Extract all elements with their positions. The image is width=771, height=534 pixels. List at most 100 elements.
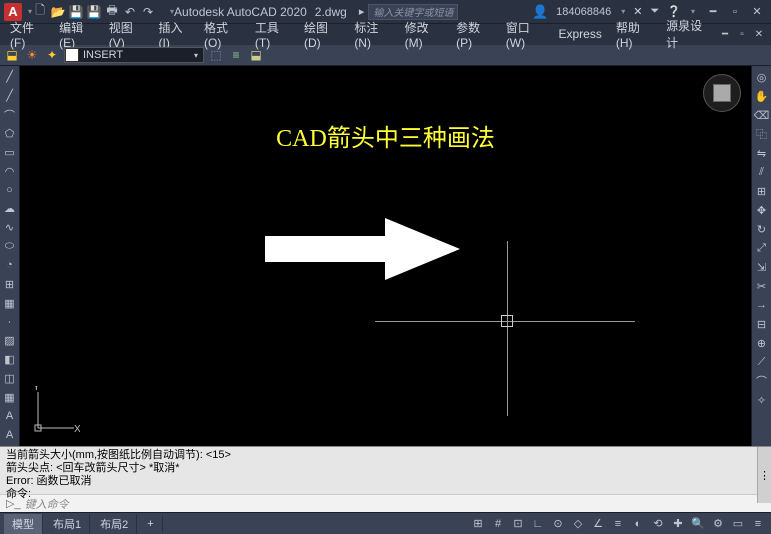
erase-icon[interactable]: ⌫ bbox=[753, 106, 771, 124]
rotate-icon[interactable]: ↻ bbox=[753, 220, 771, 238]
nav-wheel-icon[interactable]: ◎ bbox=[753, 68, 771, 86]
ellipse-icon[interactable]: ⬭ bbox=[1, 238, 19, 256]
insert-icon[interactable]: ⊞ bbox=[1, 275, 19, 293]
menu-dimension[interactable]: 标注(N) bbox=[348, 17, 396, 52]
gradient-icon[interactable]: ◧ bbox=[1, 351, 19, 369]
move-icon[interactable]: ✥ bbox=[753, 201, 771, 219]
menu-window[interactable]: 窗口(W) bbox=[500, 17, 551, 52]
table-icon[interactable]: ▦ bbox=[1, 388, 19, 406]
tab-model[interactable]: 模型 bbox=[4, 514, 43, 534]
ortho-icon[interactable]: ∟ bbox=[529, 515, 547, 533]
menu-parametric[interactable]: 参数(P) bbox=[450, 17, 498, 52]
polyline-icon[interactable]: ⌒ bbox=[1, 106, 19, 124]
region-icon[interactable]: ◫ bbox=[1, 370, 19, 388]
tab-layout2[interactable]: 布局2 bbox=[92, 514, 137, 534]
close-icon[interactable]: ✕ bbox=[747, 4, 767, 20]
fillet-icon[interactable]: ⌒ bbox=[753, 372, 771, 390]
explode-icon[interactable]: ✧ bbox=[753, 391, 771, 409]
modify-toolbar: ◎ ✋ ⌫ ⿻ ⇋ ⫽ ⊞ ✥ ↻ ⤢ ⇲ ✂ → ⊟ ⊕ ⟋ ⌒ ✧ bbox=[751, 66, 771, 446]
scale-icon[interactable]: ⤢ bbox=[753, 239, 771, 257]
annoscale-icon[interactable]: 🔍 bbox=[689, 515, 707, 533]
lweight-icon[interactable]: ≡ bbox=[609, 515, 627, 533]
svg-text:X: X bbox=[74, 424, 80, 435]
layers-icon[interactable]: ⬚ bbox=[208, 47, 224, 63]
hatch-icon[interactable]: ▨ bbox=[1, 332, 19, 350]
offset-icon[interactable]: ⫽ bbox=[753, 163, 771, 181]
line-icon[interactable]: ╱ bbox=[1, 68, 19, 86]
rectangle-icon[interactable]: ▭ bbox=[1, 143, 19, 161]
svg-text:Y: Y bbox=[33, 386, 40, 393]
break-icon[interactable]: ⊟ bbox=[753, 315, 771, 333]
mirror-icon[interactable]: ⇋ bbox=[753, 144, 771, 162]
cycling-icon[interactable]: ⟲ bbox=[649, 515, 667, 533]
cmd-line: 箭头尖点: <回车改箭头尺寸> *取消* bbox=[6, 462, 751, 475]
polar-icon[interactable]: ⊙ bbox=[549, 515, 567, 533]
menu-help[interactable]: 帮助(H) bbox=[610, 17, 658, 52]
chamfer-icon[interactable]: ⟋ bbox=[753, 353, 771, 371]
circle-icon[interactable]: ○ bbox=[1, 181, 19, 199]
status-bar: 模型 布局1 布局2 + ⊞ # ⊡ ∟ ⊙ ◇ ∠ ≡ ◐ ⟲ ✚ 🔍 ⚙ ▭… bbox=[0, 512, 771, 534]
layer-color-swatch bbox=[65, 48, 79, 62]
transparency-icon[interactable]: ◐ bbox=[629, 515, 647, 533]
chevron-down-icon[interactable]: ▾ bbox=[189, 51, 203, 60]
user-id: 184068846 bbox=[556, 6, 611, 18]
doc-max-icon[interactable]: ▫ bbox=[734, 27, 750, 41]
annomon-icon[interactable]: ✚ bbox=[669, 515, 687, 533]
cmd-line: Error: 函数已取消 bbox=[6, 475, 92, 487]
menu-yuanquan[interactable]: 源泉设计 bbox=[660, 15, 715, 53]
layerstate-icon[interactable]: ≡ bbox=[228, 47, 244, 63]
arrow-graphic bbox=[265, 214, 465, 284]
extend-icon[interactable]: → bbox=[753, 296, 771, 314]
doc-min-icon[interactable]: ━ bbox=[717, 27, 733, 41]
layer-icon[interactable]: ⬓ bbox=[4, 47, 20, 63]
model-icon[interactable]: ⊞ bbox=[469, 515, 487, 533]
copy-icon[interactable]: ⿻ bbox=[753, 125, 771, 143]
otrack-icon[interactable]: ∠ bbox=[589, 515, 607, 533]
menu-draw[interactable]: 绘图(D) bbox=[298, 17, 346, 52]
grid-icon[interactable]: # bbox=[489, 515, 507, 533]
trim-icon[interactable]: ✂ bbox=[753, 277, 771, 295]
tab-layout1[interactable]: 布局1 bbox=[45, 514, 90, 534]
polygon-icon[interactable]: ⬠ bbox=[1, 125, 19, 143]
arc-icon[interactable]: ◠ bbox=[1, 162, 19, 180]
layer-name: INSERT bbox=[79, 49, 189, 61]
tag-icon[interactable]: ✦ bbox=[44, 47, 60, 63]
workspace-icon[interactable]: ⚙ bbox=[709, 515, 727, 533]
tab-add[interactable]: + bbox=[139, 516, 162, 532]
draw-toolbar: ╱ ╱ ⌒ ⬠ ▭ ◠ ○ ☁ ∿ ⬭ ◔ ⊞ ▦ · ▨ ◧ ◫ ▦ A A bbox=[0, 66, 20, 446]
xline-icon[interactable]: ╱ bbox=[1, 87, 19, 105]
point-icon[interactable]: · bbox=[1, 313, 19, 331]
spline-icon[interactable]: ∿ bbox=[1, 219, 19, 237]
menubar: 文件(F) 编辑(E) 视图(V) 插入(I) 格式(O) 工具(T) 绘图(D… bbox=[0, 24, 771, 44]
join-icon[interactable]: ⊕ bbox=[753, 334, 771, 352]
command-history[interactable]: 当前箭头大小(mm,按图纸比例自动调节): <15> 箭头尖点: <回车改箭头尺… bbox=[0, 447, 757, 503]
command-window: 当前箭头大小(mm,按图纸比例自动调节): <15> 箭头尖点: <回车改箭头尺… bbox=[0, 446, 771, 494]
array-icon[interactable]: ⊞ bbox=[753, 182, 771, 200]
command-prompt-icon: ▷_ bbox=[6, 497, 21, 510]
menu-modify[interactable]: 修改(M) bbox=[399, 17, 448, 52]
snap-icon[interactable]: ⊡ bbox=[509, 515, 527, 533]
ucs-icon: Y X bbox=[30, 386, 80, 436]
block-icon[interactable]: ▦ bbox=[1, 294, 19, 312]
layermake-icon[interactable]: ⬓ bbox=[248, 47, 264, 63]
drawing-canvas[interactable]: CAD箭头中三种画法 Y X bbox=[20, 66, 751, 446]
osnap-icon[interactable]: ◇ bbox=[569, 515, 587, 533]
customize-icon[interactable]: ≡ bbox=[749, 515, 767, 533]
stretch-icon[interactable]: ⇲ bbox=[753, 258, 771, 276]
revcloud-icon[interactable]: ☁ bbox=[1, 200, 19, 218]
clean-icon[interactable]: ▭ bbox=[729, 515, 747, 533]
layer-combo[interactable]: INSERT ▾ bbox=[64, 47, 204, 63]
command-input[interactable]: 键入命令 bbox=[25, 496, 69, 512]
canvas-title-text: CAD箭头中三种画法 bbox=[276, 118, 495, 153]
command-grip[interactable]: ⋮ bbox=[757, 447, 771, 503]
addselected-icon[interactable]: A bbox=[1, 426, 19, 444]
mtext-icon[interactable]: A bbox=[1, 407, 19, 425]
ellipsearc-icon[interactable]: ◔ bbox=[1, 256, 19, 274]
pan-icon[interactable]: ✋ bbox=[753, 87, 771, 105]
doc-close-icon[interactable]: ✕ bbox=[751, 27, 767, 41]
view-cube[interactable] bbox=[703, 74, 743, 114]
sun-icon[interactable]: ☀ bbox=[24, 47, 40, 63]
cmd-line: 当前箭头大小(mm,按图纸比例自动调节): <15> bbox=[6, 449, 751, 462]
maximize-icon[interactable]: ▫ bbox=[725, 4, 745, 20]
menu-express[interactable]: Express bbox=[552, 25, 607, 43]
